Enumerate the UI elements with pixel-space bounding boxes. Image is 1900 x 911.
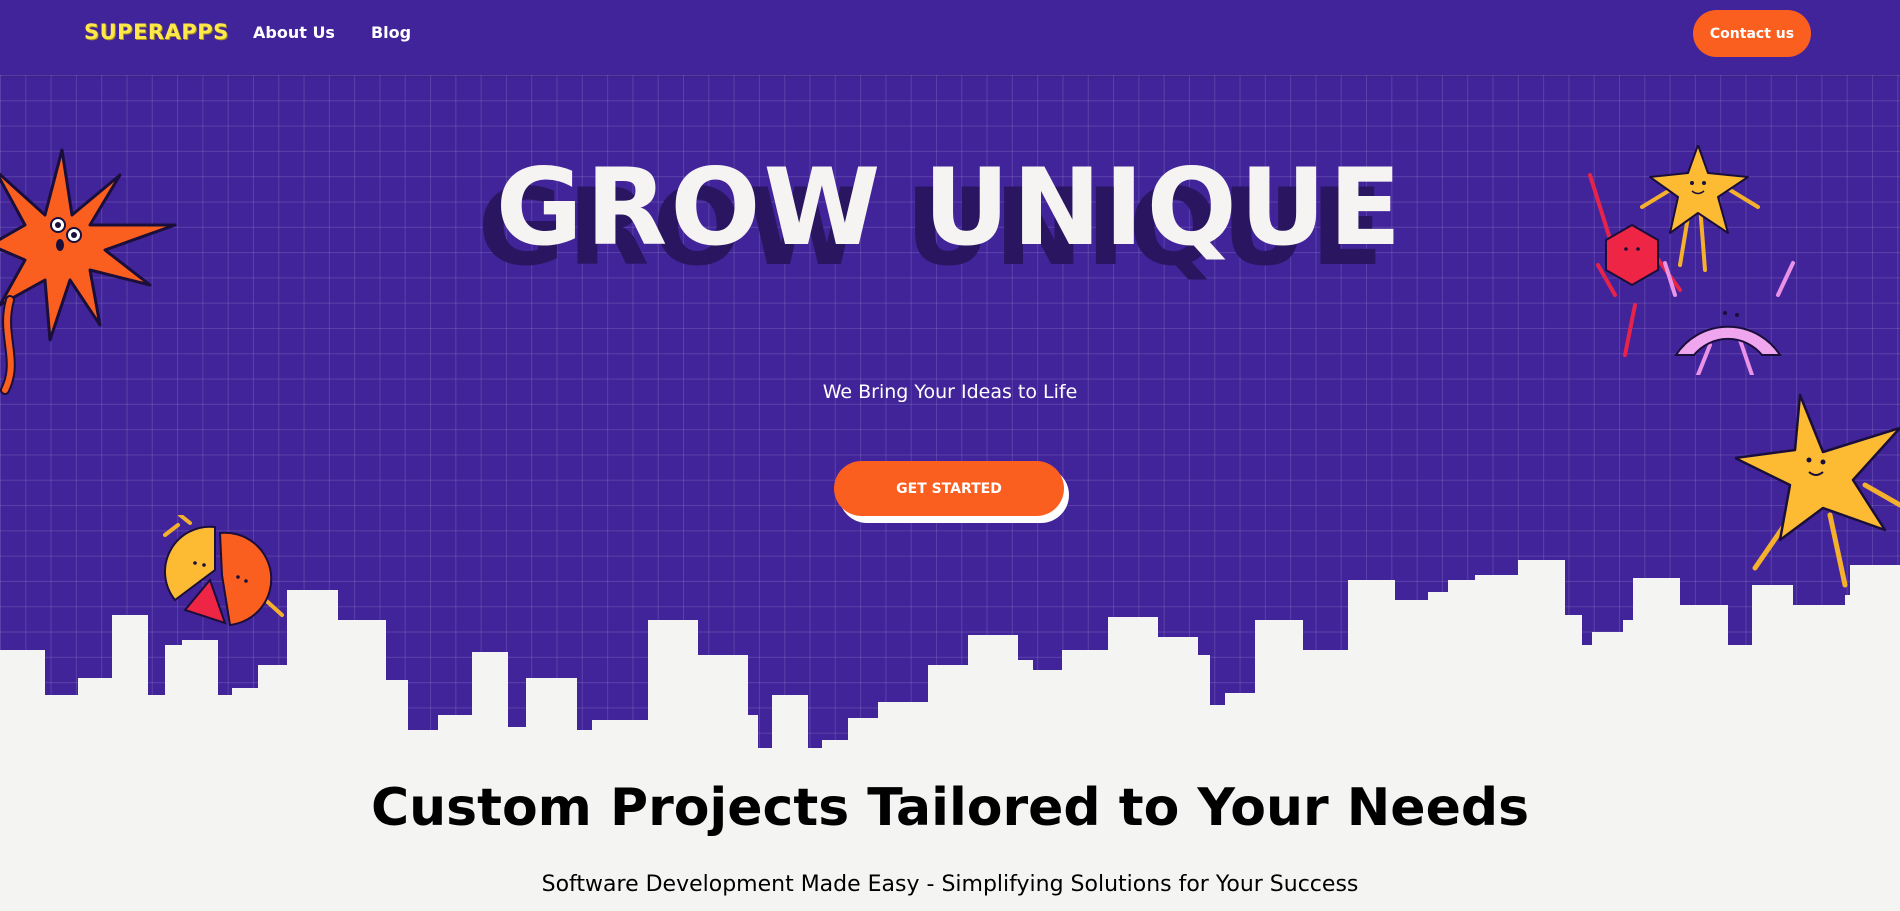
site-header: SUPERAPPS About Us Blog Contact us <box>0 0 1900 75</box>
main-nav: About Us Blog <box>253 23 411 42</box>
nav-link-about-us[interactable]: About Us <box>253 23 335 42</box>
hero-subtitle: We Bring Your Ideas to Life <box>822 381 1078 403</box>
section-subtitle: Software Development Made Easy - Simplif… <box>541 872 1359 897</box>
contact-us-button[interactable]: Contact us <box>1693 10 1811 57</box>
hero-title: GROW UNIQUE <box>495 146 1405 269</box>
nav-link-blog[interactable]: Blog <box>371 23 411 42</box>
section-title: Custom Projects Tailored to Your Needs <box>370 778 1530 838</box>
logo[interactable]: SUPERAPPS <box>84 20 229 44</box>
city-skyline <box>0 560 1900 911</box>
get-started-button[interactable]: GET STARTED <box>834 461 1064 516</box>
